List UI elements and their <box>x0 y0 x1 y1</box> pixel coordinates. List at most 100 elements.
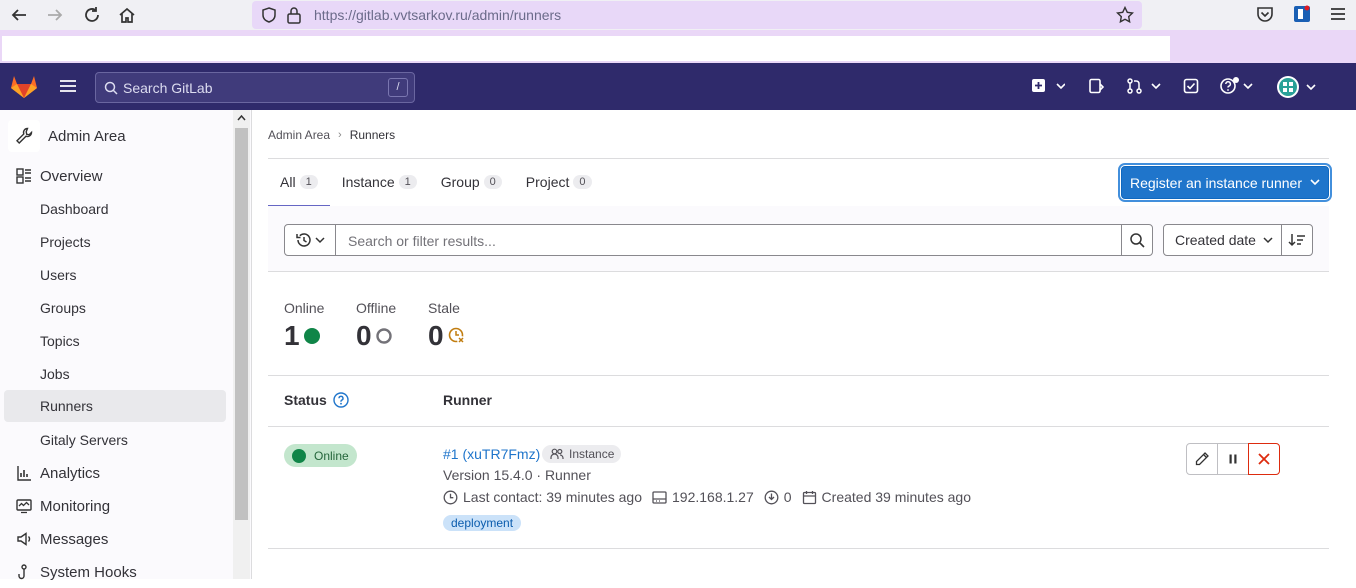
sidebar-item-label: System Hooks <box>40 563 137 581</box>
breadcrumb: Admin Area › Runners <box>268 128 395 142</box>
tab-project[interactable]: Project 0 <box>514 158 604 206</box>
tab-label: Instance <box>341 174 395 190</box>
sidebar-item-users[interactable]: Users <box>4 259 226 291</box>
sort-direction-button[interactable] <box>1281 224 1313 256</box>
sidebar-item-label: Gitaly Servers <box>40 432 128 448</box>
runner-type-tabs: All 1 Instance 1 Group 0 Project 0 <box>268 158 604 207</box>
job-count-text: 0 <box>783 489 792 505</box>
search-icon <box>1129 232 1145 248</box>
chevron-down-icon <box>1256 236 1273 244</box>
help-icon[interactable] <box>327 392 349 408</box>
sidebar-item-label: Dashboard <box>40 201 109 217</box>
menu-icon[interactable] <box>59 77 77 95</box>
url-text[interactable]: https://gitlab.vvtsarkov.ru/admin/runner… <box>314 7 561 23</box>
calendar-icon <box>802 490 822 505</box>
scroll-up-icon[interactable] <box>237 114 246 121</box>
chevron-down-icon <box>1302 179 1320 186</box>
tab-all[interactable]: All 1 <box>268 158 330 207</box>
url-bar[interactable]: https://gitlab.vvtsarkov.ru/admin/runner… <box>252 1 1142 29</box>
merge-requests-icon[interactable] <box>1127 78 1161 94</box>
status-stale-icon <box>448 327 466 345</box>
sidebar-item-system-hooks[interactable]: System Hooks <box>4 556 226 588</box>
sidebar-item-projects[interactable]: Projects <box>4 226 226 258</box>
sidebar-item-monitoring[interactable]: Monitoring <box>4 490 226 522</box>
shield-icon[interactable] <box>260 6 278 24</box>
filter-placeholder: Search or filter results... <box>348 233 496 249</box>
pocket-icon[interactable] <box>1256 5 1274 23</box>
sidebar-item-label: Runners <box>40 398 93 414</box>
sidebar-item-messages[interactable]: Messages <box>4 523 226 555</box>
filter-bar: Search or filter results... Created date <box>268 206 1329 272</box>
disk-icon <box>652 490 672 505</box>
status-offline-icon <box>375 328 392 344</box>
sidebar-item-groups[interactable]: Groups <box>4 292 226 324</box>
avatar[interactable] <box>1276 75 1318 99</box>
stat-value: 0 <box>428 320 444 351</box>
filter-search-button[interactable] <box>1121 224 1153 256</box>
breadcrumb-runners[interactable]: Runners <box>350 128 395 142</box>
back-icon[interactable] <box>7 4 31 26</box>
sidebar-item-label: Groups <box>40 300 86 316</box>
extension-icon[interactable] <box>1293 5 1311 23</box>
pause-runner-button[interactable] <box>1217 443 1249 475</box>
home-icon[interactable] <box>115 4 139 26</box>
runner-type-badge: Instance <box>542 445 622 463</box>
admin-wrench-icon <box>8 120 40 152</box>
overview-icon <box>16 168 36 184</box>
close-icon <box>1257 452 1271 466</box>
sidebar-item-label: Topics <box>40 333 80 349</box>
tab-label: Project <box>525 174 570 190</box>
column-label: Status <box>284 392 327 408</box>
sidebar-item-label: Projects <box>40 234 91 250</box>
issues-icon[interactable] <box>1088 78 1104 94</box>
created-text: Created 39 minutes ago <box>821 489 971 505</box>
clock-icon <box>443 490 463 505</box>
search-placeholder: Search GitLab <box>123 80 213 96</box>
runner-name-link[interactable]: #1 (xuTR7Fmz) <box>443 446 540 462</box>
divider <box>268 426 1329 427</box>
admin-area-header[interactable]: Admin Area <box>8 120 126 152</box>
sidebar-item-runners[interactable]: Runners <box>4 390 226 422</box>
delete-runner-button[interactable] <box>1248 443 1280 475</box>
tab-count: 1 <box>299 175 318 189</box>
recent-searches-button[interactable] <box>284 224 336 256</box>
sort-dropdown[interactable]: Created date <box>1163 224 1282 256</box>
new-item-icon[interactable] <box>1031 78 1065 94</box>
sidebar-item-analytics[interactable]: Analytics <box>4 457 226 489</box>
sidebar-item-label: Jobs <box>40 366 70 382</box>
breadcrumb-admin-area[interactable]: Admin Area <box>268 128 330 142</box>
sidebar-item-label: Overview <box>40 167 103 185</box>
sidebar-item-topics[interactable]: Topics <box>4 325 226 357</box>
stat-label: Online <box>284 300 325 316</box>
tab-count: 1 <box>398 175 417 189</box>
ip-address: 192.168.1.27 <box>652 489 754 505</box>
tab-label: Group <box>440 174 480 190</box>
sidebar-item-dashboard[interactable]: Dashboard <box>4 193 226 225</box>
reload-icon[interactable] <box>80 4 104 26</box>
browser-toolbar: https://gitlab.vvtsarkov.ru/admin/runner… <box>0 0 1356 30</box>
forward-icon[interactable] <box>43 4 67 26</box>
chevron-right-icon: › <box>338 129 342 141</box>
tab-instance[interactable]: Instance 1 <box>330 158 429 206</box>
bookmark-star-icon[interactable] <box>1116 6 1134 24</box>
search-input[interactable]: Search GitLab / <box>95 72 415 103</box>
sidebar-item-jobs[interactable]: Jobs <box>4 358 226 390</box>
history-icon <box>295 232 325 248</box>
browser-menu-icon[interactable] <box>1329 5 1347 23</box>
lock-icon[interactable] <box>286 6 302 24</box>
created-date: Created 39 minutes ago <box>802 489 971 505</box>
scrollbar-thumb[interactable] <box>235 128 248 520</box>
help-icon[interactable] <box>1219 76 1255 96</box>
last-contact-text: Last contact: 39 minutes ago <box>463 489 642 505</box>
sidebar-scrollbar[interactable] <box>233 110 250 579</box>
filter-search-input[interactable]: Search or filter results... <box>335 224 1122 256</box>
gitlab-logo-icon[interactable] <box>10 73 38 99</box>
sidebar-item-overview[interactable]: Overview <box>4 160 226 192</box>
register-runner-button[interactable]: Register an instance runner <box>1121 166 1329 199</box>
messages-icon <box>16 531 36 547</box>
edit-runner-button[interactable] <box>1186 443 1218 475</box>
stat-offline: Offline 0 <box>356 300 396 352</box>
tab-group[interactable]: Group 0 <box>429 158 514 206</box>
sidebar-item-gitaly-servers[interactable]: Gitaly Servers <box>4 424 226 456</box>
todo-icon[interactable] <box>1183 78 1199 94</box>
